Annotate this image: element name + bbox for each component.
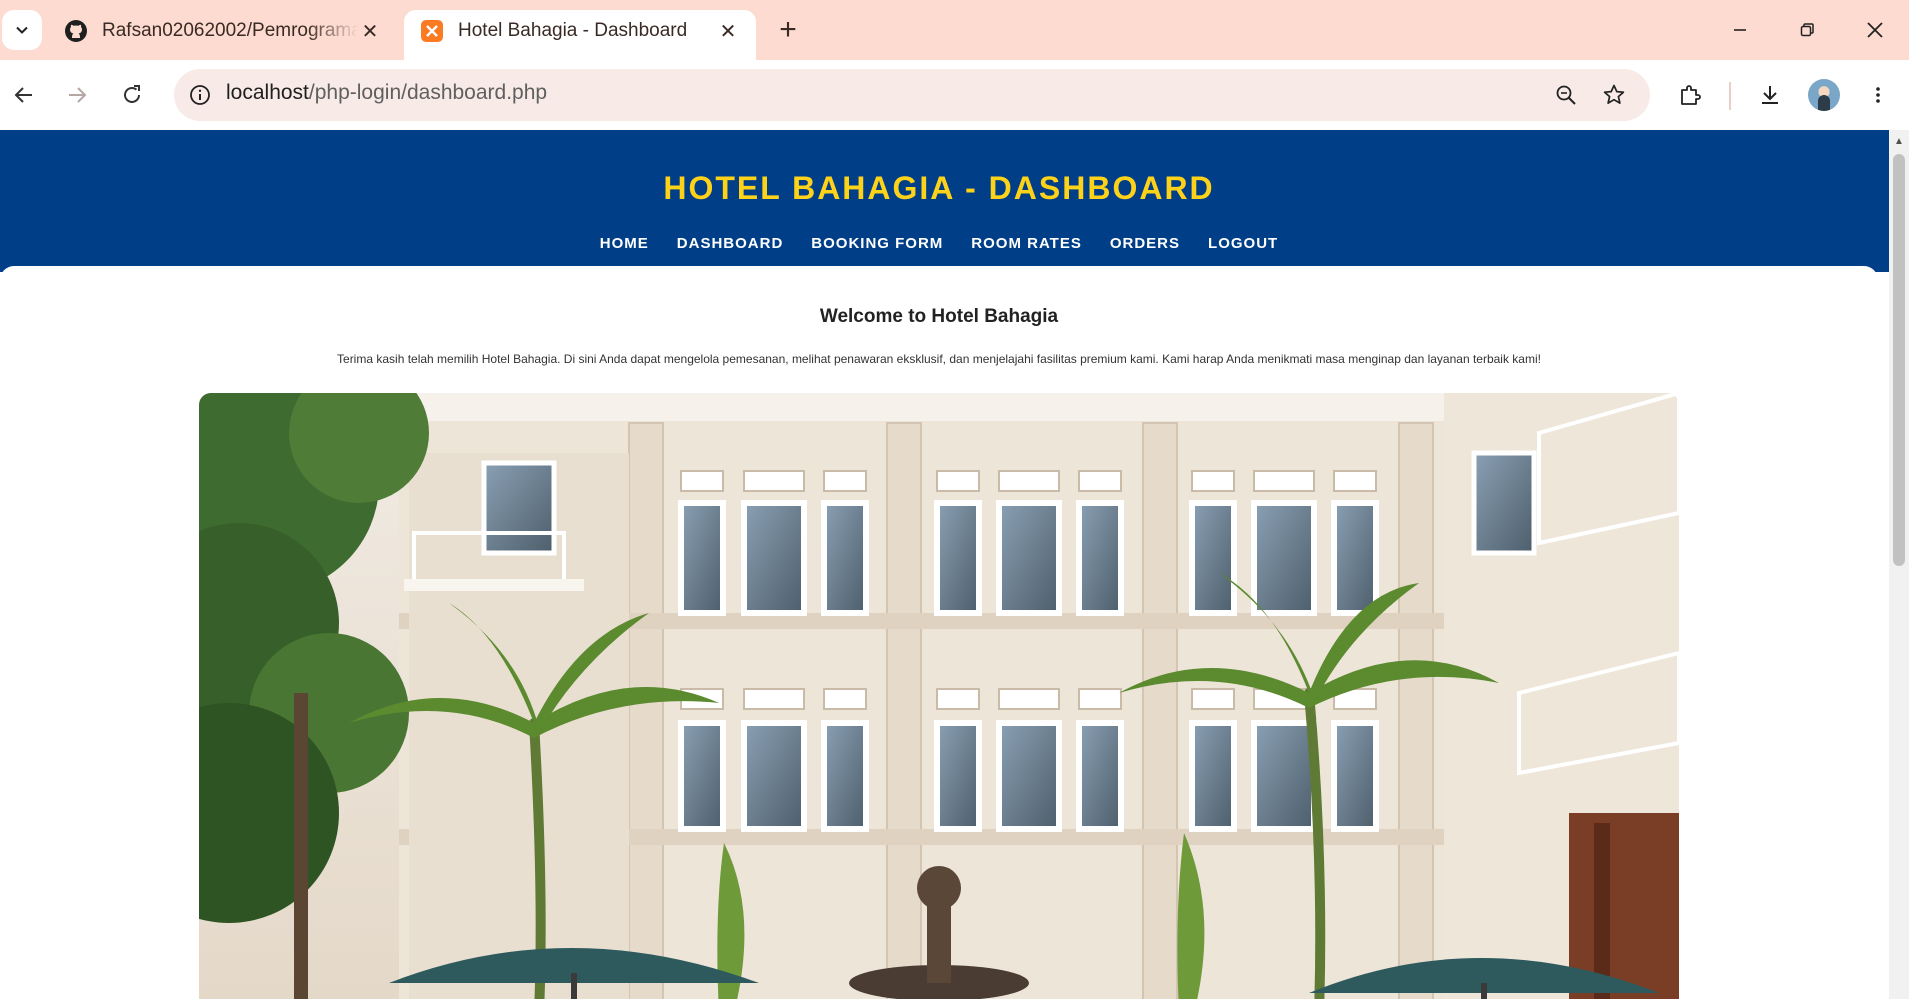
- main-nav: HOME DASHBOARD BOOKING FORM ROOM RATES O…: [0, 235, 1878, 252]
- nav-orders[interactable]: ORDERS: [1110, 235, 1180, 252]
- nav-logout[interactable]: LOGOUT: [1208, 235, 1278, 252]
- extensions-button[interactable]: [1670, 75, 1710, 115]
- download-icon: [1762, 86, 1778, 104]
- reload-button[interactable]: [112, 75, 152, 115]
- tab-strip: Rafsan02062002/Pemrograman ✕ Hotel Bahag…: [0, 0, 1909, 60]
- close-icon: [1867, 22, 1883, 38]
- page-title: HOTEL BAHAGIA - DASHBOARD: [663, 170, 1215, 206]
- close-icon[interactable]: ✕: [358, 19, 382, 43]
- browser-menu-button[interactable]: [1858, 75, 1898, 115]
- browser-chrome: Rafsan02062002/Pemrograman ✕ Hotel Bahag…: [0, 0, 1909, 130]
- minimize-button[interactable]: [1720, 10, 1760, 50]
- back-button[interactable]: [4, 75, 44, 115]
- minimize-icon: [1734, 29, 1746, 31]
- zoom-icon[interactable]: [1550, 79, 1582, 111]
- scroll-up-arrow-icon[interactable]: ▲: [1892, 134, 1906, 148]
- restore-button[interactable]: [1787, 10, 1827, 50]
- tab-title: Rafsan02062002/Pemrograman: [102, 20, 358, 41]
- xampp-icon: [420, 19, 444, 43]
- tab-title: Hotel Bahagia - Dashboard: [458, 20, 688, 41]
- scroll-thumb[interactable]: [1893, 154, 1905, 566]
- url-host: localhost: [226, 81, 309, 104]
- tab-github[interactable]: Rafsan02062002/Pemrograman ✕: [48, 10, 398, 60]
- nav-dashboard[interactable]: DASHBOARD: [677, 235, 784, 252]
- downloads-button[interactable]: [1750, 75, 1790, 115]
- welcome-heading: Welcome to Hotel Bahagia: [819, 306, 1059, 327]
- address-bar[interactable]: localhost/php-login/dashboard.php: [174, 69, 1650, 121]
- site-header: HOTEL BAHAGIA - DASHBOARD HOME DASHBOARD…: [0, 130, 1889, 272]
- window-close-button[interactable]: [1855, 10, 1895, 50]
- chevron-down-icon: [16, 26, 28, 34]
- arrow-right-icon: [69, 87, 87, 103]
- site-info-icon[interactable]: [184, 79, 216, 111]
- close-icon[interactable]: ✕: [716, 19, 740, 43]
- hotel-building-illustration: [199, 393, 1679, 999]
- new-tab-button[interactable]: +: [772, 13, 804, 46]
- reload-icon: [124, 85, 140, 103]
- tab-hotel-dashboard[interactable]: Hotel Bahagia - Dashboard ✕: [404, 10, 756, 60]
- url-path: /php-login/dashboard.php: [308, 81, 548, 104]
- nav-room-rates[interactable]: ROOM RATES: [971, 235, 1082, 252]
- page-viewport: HOTEL BAHAGIA - DASHBOARD HOME DASHBOARD…: [0, 130, 1889, 999]
- forward-button[interactable]: [57, 75, 97, 115]
- page-scrollbar[interactable]: ▲: [1889, 130, 1909, 999]
- toolbar-divider: [1729, 82, 1731, 110]
- intro-text: Terima kasih telah memilih Hotel Bahagia…: [337, 352, 1541, 366]
- github-icon: [64, 19, 88, 43]
- more-vert-icon: [1876, 87, 1880, 103]
- url-text[interactable]: localhost/php-login/dashboard.php: [226, 81, 547, 105]
- profile-avatar[interactable]: [1808, 79, 1840, 111]
- restore-icon: [1800, 23, 1814, 37]
- nav-booking-form[interactable]: BOOKING FORM: [811, 235, 943, 252]
- puzzle-icon: [1681, 85, 1701, 105]
- browser-toolbar: localhost/php-login/dashboard.php: [0, 60, 1909, 130]
- nav-home[interactable]: HOME: [600, 235, 649, 252]
- tab-search-button[interactable]: [2, 10, 42, 50]
- bookmark-star-icon[interactable]: [1598, 79, 1630, 111]
- arrow-left-icon: [14, 87, 32, 103]
- hotel-photo: [199, 393, 1679, 999]
